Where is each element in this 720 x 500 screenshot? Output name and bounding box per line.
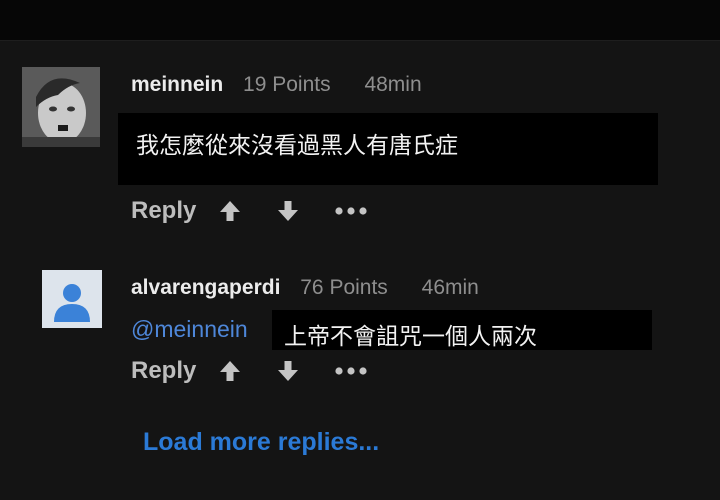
comment-text: 我怎麼從來沒看過黑人有唐氏症: [136, 133, 458, 159]
user-avatar[interactable]: [42, 270, 102, 328]
user-mention[interactable]: @meinnein: [131, 316, 248, 343]
comment-meta: alvarengaperdi 76 Points 46min: [131, 276, 479, 300]
username[interactable]: alvarengaperdi: [131, 276, 280, 299]
timestamp: 48min: [364, 73, 422, 96]
points-count: 19 Points: [243, 73, 331, 96]
comment-actions: Reply: [131, 196, 368, 226]
photo-avatar-icon: [22, 67, 100, 147]
reply-button[interactable]: Reply: [131, 197, 196, 225]
comment-text: 上帝不會詛咒一個人兩次: [284, 324, 537, 350]
comment-actions: Reply: [131, 356, 368, 386]
arrow-up-icon[interactable]: [218, 359, 242, 383]
arrow-up-icon[interactable]: [218, 199, 242, 223]
top-bar: [0, 0, 720, 40]
user-avatar[interactable]: [22, 67, 100, 147]
username[interactable]: meinnein: [131, 73, 223, 96]
comment-body: 我怎麼從來沒看過黑人有唐氏症: [118, 113, 658, 185]
more-dots-icon[interactable]: [334, 366, 368, 376]
more-dots-icon[interactable]: [334, 206, 368, 216]
comment-body: 上帝不會詛咒一個人兩次: [272, 310, 652, 350]
arrow-down-icon[interactable]: [276, 359, 300, 383]
reply-button[interactable]: Reply: [131, 357, 196, 385]
points-count: 76 Points: [300, 276, 388, 299]
arrow-down-icon[interactable]: [276, 199, 300, 223]
load-more-replies-link[interactable]: Load more replies...: [143, 428, 379, 457]
timestamp: 46min: [421, 276, 479, 299]
comment-meta: meinnein 19 Points 48min: [131, 73, 422, 97]
default-person-avatar-icon: [42, 270, 102, 328]
